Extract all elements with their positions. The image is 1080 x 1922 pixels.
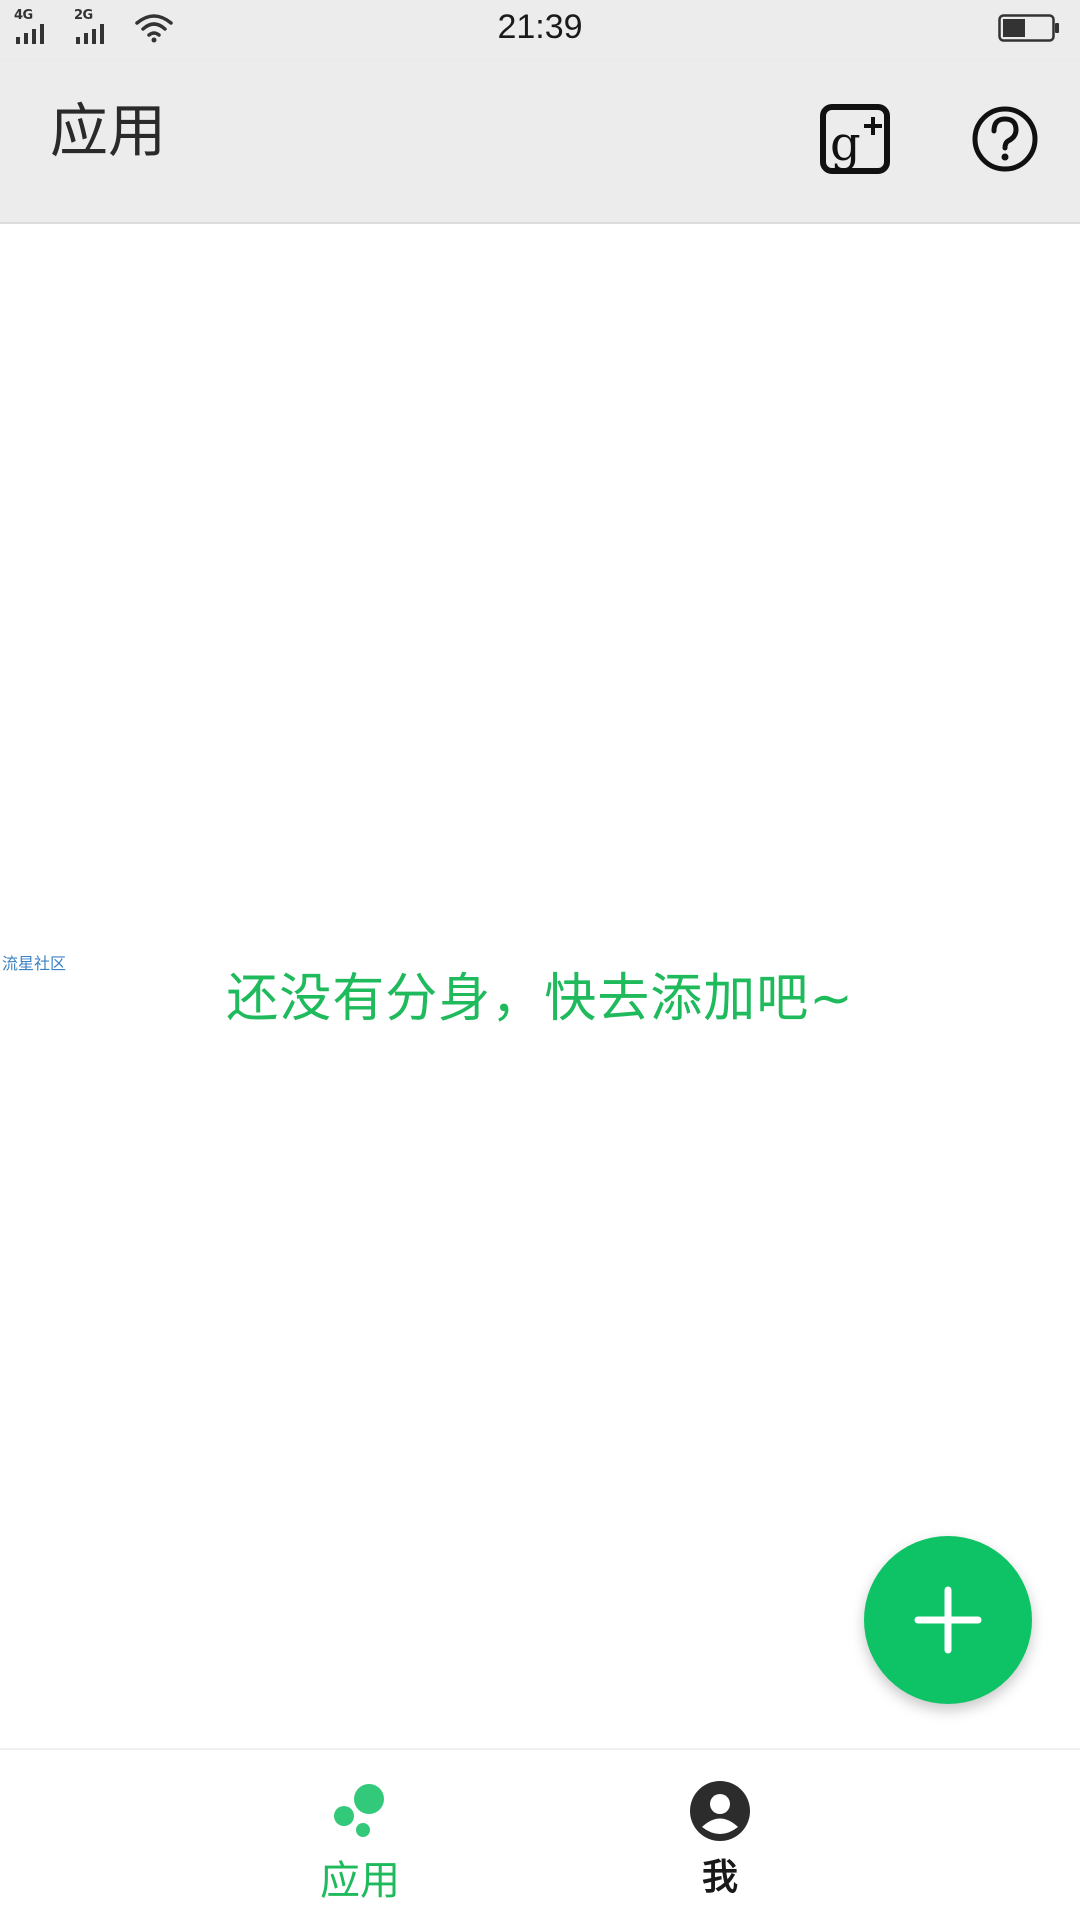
page-title: 应用 (50, 97, 167, 165)
apps-dots-icon (334, 1784, 384, 1837)
status-bar: 4G 2G 21:39 (0, 0, 1080, 60)
add-clone-button[interactable] (864, 1536, 1032, 1704)
tab-apps-label: 应用 (320, 1858, 400, 1904)
svg-text:g: g (830, 116, 861, 172)
tab-me-label: 我 (701, 1857, 738, 1898)
tab-apps[interactable]: 应用 (260, 1750, 460, 1922)
profile-icon (690, 1781, 750, 1841)
bottom-navigation: 应用 我 (0, 1748, 1080, 1922)
google-plus-icon: g (820, 104, 890, 174)
battery-icon (998, 14, 1059, 42)
app-bar: 应用 g (0, 60, 1080, 224)
plus-icon (914, 1586, 982, 1654)
status-time: 21:39 (497, 8, 583, 46)
tab-me[interactable]: 我 (620, 1750, 820, 1922)
help-icon (972, 106, 1038, 172)
help-button[interactable] (970, 104, 1040, 174)
app-list-area: 流星社区 还没有分身，快去添加吧~ (0, 224, 1080, 1748)
empty-state-message: 还没有分身，快去添加吧~ (226, 969, 854, 1029)
google-plus-button[interactable]: g (820, 104, 890, 174)
